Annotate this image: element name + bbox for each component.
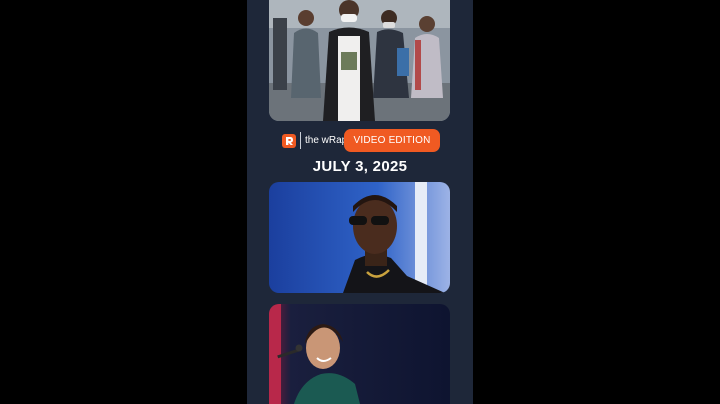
video-player-area[interactable]: the wRap VIDEO EDITION JULY 3, 2025 bbox=[0, 0, 720, 404]
video-frame: the wRap VIDEO EDITION JULY 3, 2025 bbox=[247, 0, 473, 404]
brand-divider bbox=[300, 132, 301, 149]
rappler-logo-icon bbox=[282, 134, 296, 148]
show-branding: the wRap VIDEO EDITION bbox=[247, 128, 473, 153]
news-photo-performer bbox=[269, 304, 450, 404]
episode-date: JULY 3, 2025 bbox=[312, 158, 408, 175]
news-photo-portrait bbox=[269, 182, 450, 293]
news-photo-rally bbox=[269, 0, 450, 121]
show-name: the wRap bbox=[305, 135, 348, 146]
video-edition-badge: VIDEO EDITION bbox=[344, 129, 440, 152]
